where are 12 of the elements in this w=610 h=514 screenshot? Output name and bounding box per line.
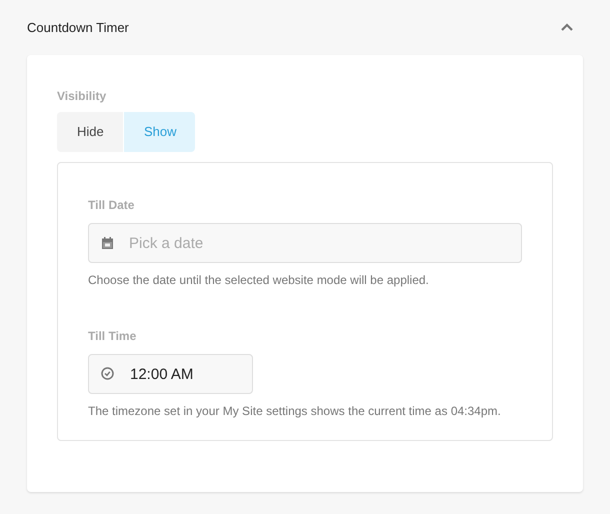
help-text: Choose the date until the selected website mode will be applied. xyxy=(88,272,430,289)
field-label: Till Date xyxy=(88,197,136,214)
help-text: The timezone set in your My Site settings shows the current time as 04:34pm. xyxy=(88,403,502,420)
date-field[interactable]: Pick a date xyxy=(88,223,522,263)
section-title: Countdown Timer xyxy=(27,18,129,37)
chevron-icon[interactable] xyxy=(560,22,574,33)
clock-icon xyxy=(101,367,114,380)
visibility-tab[interactable]: Hide xyxy=(57,112,123,152)
field-label: Till Time xyxy=(88,328,138,345)
time-field[interactable]: 12:00 AM xyxy=(88,354,253,394)
calendar-icon xyxy=(102,237,113,249)
field-label: Visibility xyxy=(57,88,108,105)
